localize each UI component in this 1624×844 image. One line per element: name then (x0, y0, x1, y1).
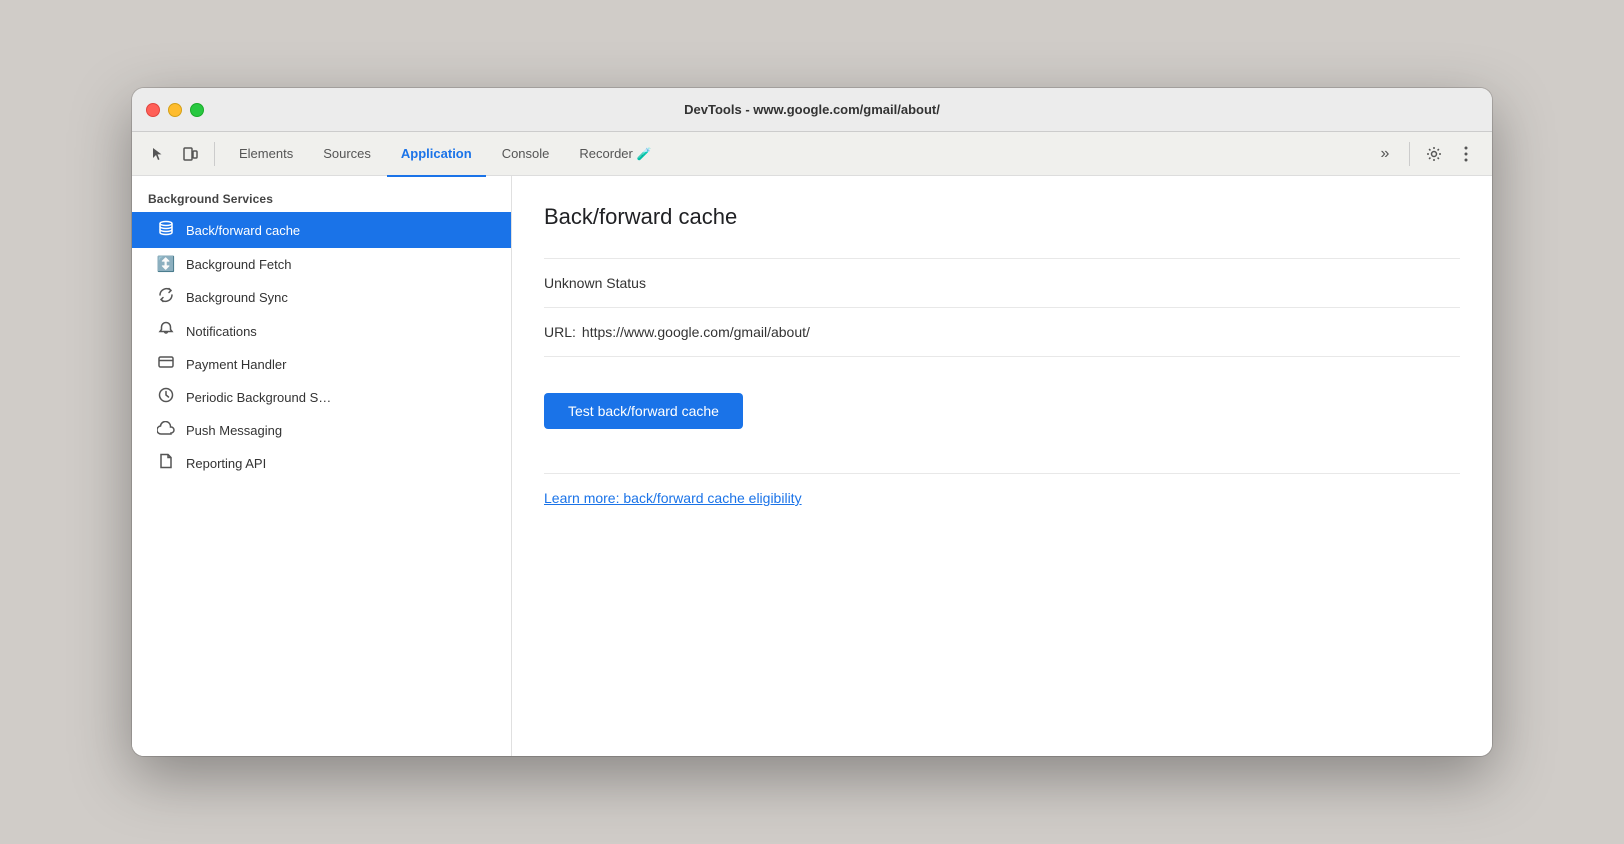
learn-more-row: Learn more: back/forward cache eligibili… (544, 473, 1460, 508)
more-tabs-button[interactable]: » (1371, 140, 1399, 168)
tab-sources[interactable]: Sources (309, 133, 385, 177)
sidebar-section-title: Background Services (132, 184, 511, 212)
sidebar-item-periodic-background[interactable]: Periodic Background S… (132, 380, 511, 414)
settings-button[interactable] (1420, 140, 1448, 168)
database-icon (156, 219, 176, 241)
clock-icon (156, 387, 176, 407)
url-value: https://www.google.com/gmail/about/ (582, 324, 810, 340)
toolbar-divider (214, 142, 215, 166)
sidebar-label-payment-handler: Payment Handler (186, 357, 286, 372)
test-cache-button[interactable]: Test back/forward cache (544, 393, 743, 429)
sidebar-label-notifications: Notifications (186, 324, 257, 339)
sidebar-item-push-messaging[interactable]: Push Messaging (132, 414, 511, 446)
toolbar-right: » (1371, 140, 1480, 168)
content-title: Back/forward cache (544, 204, 1460, 230)
url-prefix: URL: (544, 324, 576, 340)
sidebar-item-payment-handler[interactable]: Payment Handler (132, 348, 511, 380)
sidebar: Background Services Back/forward cache ↕… (132, 176, 512, 756)
window-title: DevTools - www.google.com/gmail/about/ (684, 102, 940, 117)
bell-icon (156, 321, 176, 341)
test-button-row: Test back/forward cache (544, 357, 1460, 445)
main-layout: Background Services Back/forward cache ↕… (132, 176, 1492, 756)
toolbar-tabs: Elements Sources Application Console Rec… (225, 132, 1367, 175)
sidebar-label-background-sync: Background Sync (186, 290, 288, 305)
sidebar-label-reporting-api: Reporting API (186, 456, 266, 471)
sync-icon (156, 287, 176, 307)
status-label: Unknown Status (544, 275, 646, 291)
url-row: URL: https://www.google.com/gmail/about/ (544, 308, 1460, 357)
more-options-button[interactable] (1452, 140, 1480, 168)
sidebar-item-back-forward-cache[interactable]: Back/forward cache (132, 212, 511, 248)
learn-more-link[interactable]: Learn more: back/forward cache eligibili… (544, 490, 802, 506)
tab-elements[interactable]: Elements (225, 133, 307, 177)
tab-console[interactable]: Console (488, 133, 564, 177)
sidebar-label-push-messaging: Push Messaging (186, 423, 282, 438)
document-icon (156, 453, 176, 473)
sidebar-label-background-fetch: Background Fetch (186, 257, 292, 272)
sidebar-item-notifications[interactable]: Notifications (132, 314, 511, 348)
sidebar-label-periodic-background: Periodic Background S… (186, 390, 331, 405)
title-bar: DevTools - www.google.com/gmail/about/ (132, 88, 1492, 132)
tab-application[interactable]: Application (387, 133, 486, 177)
traffic-lights (146, 103, 204, 117)
device-toolbar-button[interactable] (176, 140, 204, 168)
close-button[interactable] (146, 103, 160, 117)
credit-card-icon (156, 355, 176, 373)
toolbar: Elements Sources Application Console Rec… (132, 132, 1492, 176)
flask-icon: 🧪 (637, 147, 652, 161)
sidebar-item-background-fetch[interactable]: ↕️ Background Fetch (132, 248, 511, 280)
sidebar-label-back-forward-cache: Back/forward cache (186, 223, 300, 238)
status-row: Unknown Status (544, 258, 1460, 308)
minimize-button[interactable] (168, 103, 182, 117)
cursor-tool-button[interactable] (144, 140, 172, 168)
toolbar-divider-2 (1409, 142, 1410, 166)
sidebar-item-background-sync[interactable]: Background Sync (132, 280, 511, 314)
tab-recorder[interactable]: Recorder 🧪 (565, 133, 665, 177)
sidebar-item-reporting-api[interactable]: Reporting API (132, 446, 511, 480)
devtools-window: DevTools - www.google.com/gmail/about/ E… (132, 88, 1492, 756)
content-area: Back/forward cache Unknown Status URL: h… (512, 176, 1492, 756)
maximize-button[interactable] (190, 103, 204, 117)
arrows-updown-icon: ↕️ (156, 255, 176, 273)
cloud-icon (156, 421, 176, 439)
